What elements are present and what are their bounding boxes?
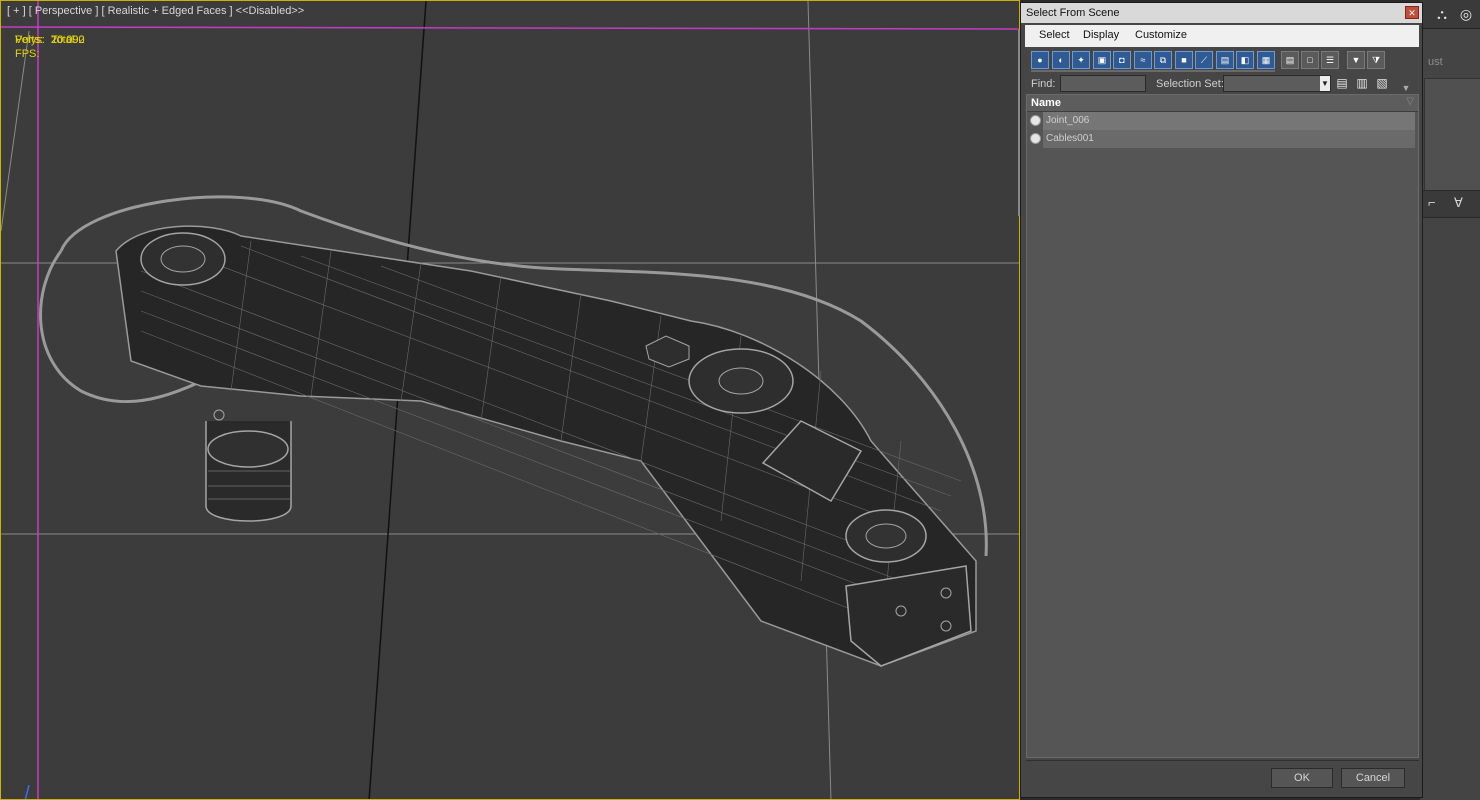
filter-settings-icon[interactable]: ⧩ xyxy=(1367,51,1385,69)
panel-partial-text: ust xyxy=(1428,56,1443,68)
select-invert-icon[interactable]: ▧ xyxy=(1375,76,1389,91)
perspective-viewport[interactable]: [ + ] [ Perspective ] [ Realistic + Edge… xyxy=(0,0,1020,800)
cancel-button[interactable]: Cancel xyxy=(1341,768,1405,788)
select-from-scene-dialog: Select From Scene ✕ Select Display Custo… xyxy=(1020,2,1423,798)
menu-display[interactable]: Display xyxy=(1083,29,1119,41)
menu-select[interactable]: Select xyxy=(1039,29,1070,41)
display-cameras-icon[interactable]: ▣ xyxy=(1093,51,1111,69)
list-item-name: Joint_006 xyxy=(1046,115,1090,126)
list-item[interactable]: Joint_006 xyxy=(1027,112,1418,130)
pin-stack-icon[interactable]: ⌐ xyxy=(1428,195,1436,210)
display-all-icon[interactable]: ▤ xyxy=(1281,51,1299,69)
motion-icon[interactable]: ◎ xyxy=(1458,6,1474,22)
select-none-icon[interactable]: ▥ xyxy=(1355,76,1369,91)
list-item-name: Cables001 xyxy=(1046,133,1094,144)
dialog-titlebar[interactable]: Select From Scene ✕ xyxy=(1021,3,1422,23)
list-item[interactable]: Cables001 xyxy=(1027,130,1418,148)
menu-customize[interactable]: Customize xyxy=(1135,29,1187,41)
display-xrefs-icon[interactable]: ■ xyxy=(1175,51,1193,69)
find-row: Find: Selection Set: ▼ ▤ ▥ ▧ ▼ xyxy=(1027,75,1419,95)
hierarchy-icon[interactable]: ⛬ xyxy=(1434,6,1450,22)
panel-modifier-bar: ⌐ ∀ xyxy=(1420,190,1480,218)
column-filter-icon[interactable]: ▽ xyxy=(1406,96,1414,107)
toolbar-underline xyxy=(1031,70,1275,72)
display-shapes-icon[interactable]: ◐ xyxy=(1052,51,1070,69)
dialog-title: Select From Scene xyxy=(1026,7,1120,19)
selection-set-label: Selection Set: xyxy=(1156,78,1224,90)
geometry-object-icon xyxy=(1030,115,1041,126)
find-input[interactable] xyxy=(1060,75,1146,92)
display-lights-icon[interactable]: ✦ xyxy=(1072,51,1090,69)
display-helpers-icon[interactable]: ◘ xyxy=(1113,51,1131,69)
dialog-menubar: Select Display Customize xyxy=(1025,25,1419,47)
display-bones-icon[interactable]: ⟋ xyxy=(1195,51,1213,69)
display-none-icon[interactable]: □ xyxy=(1301,51,1319,69)
find-label: Find: xyxy=(1031,78,1056,90)
command-panel: ⛬ ◎ ust ⌐ ∀ xyxy=(1420,0,1480,800)
list-item-cell xyxy=(1043,112,1415,130)
viewport-label[interactable]: [ + ] [ Perspective ] [ Realistic + Edge… xyxy=(7,5,304,17)
geometry-object-icon xyxy=(1030,133,1041,144)
close-button[interactable]: ✕ xyxy=(1405,6,1419,19)
column-header-name[interactable]: Name xyxy=(1031,97,1061,109)
display-hidden-icon[interactable]: ▦ xyxy=(1257,51,1275,69)
display-containers-icon[interactable]: ▤ xyxy=(1216,51,1234,69)
display-frozen-icon[interactable]: ◧ xyxy=(1236,51,1254,69)
ok-button[interactable]: OK xyxy=(1271,768,1333,788)
command-panel-toolbar: ⛬ ◎ xyxy=(1420,0,1480,29)
chevron-down-icon[interactable]: ▼ xyxy=(1320,76,1330,91)
object-list[interactable]: Name ▽ Joint_006 Cables001 xyxy=(1026,94,1419,758)
list-header[interactable]: Name ▽ xyxy=(1027,95,1418,112)
dialog-footer: OK Cancel xyxy=(1026,760,1419,797)
list-item-cell xyxy=(1043,130,1415,148)
display-geometry-icon[interactable]: ● xyxy=(1031,51,1049,69)
panel-rollout xyxy=(1424,78,1480,192)
select-all-icon[interactable]: ▤ xyxy=(1335,76,1349,91)
display-invert-icon[interactable]: ☰ xyxy=(1321,51,1339,69)
display-spacewarps-icon[interactable]: ≈ xyxy=(1134,51,1152,69)
selection-set-dropdown[interactable]: ▼ xyxy=(1223,75,1331,92)
show-end-result-icon[interactable]: ∀ xyxy=(1454,195,1463,211)
display-groups-icon[interactable]: ⧉ xyxy=(1154,51,1172,69)
wireframe-model xyxy=(1,1,1019,799)
filter-icon[interactable]: ▼ xyxy=(1347,51,1365,69)
fps-label: FPS: xyxy=(15,48,40,60)
